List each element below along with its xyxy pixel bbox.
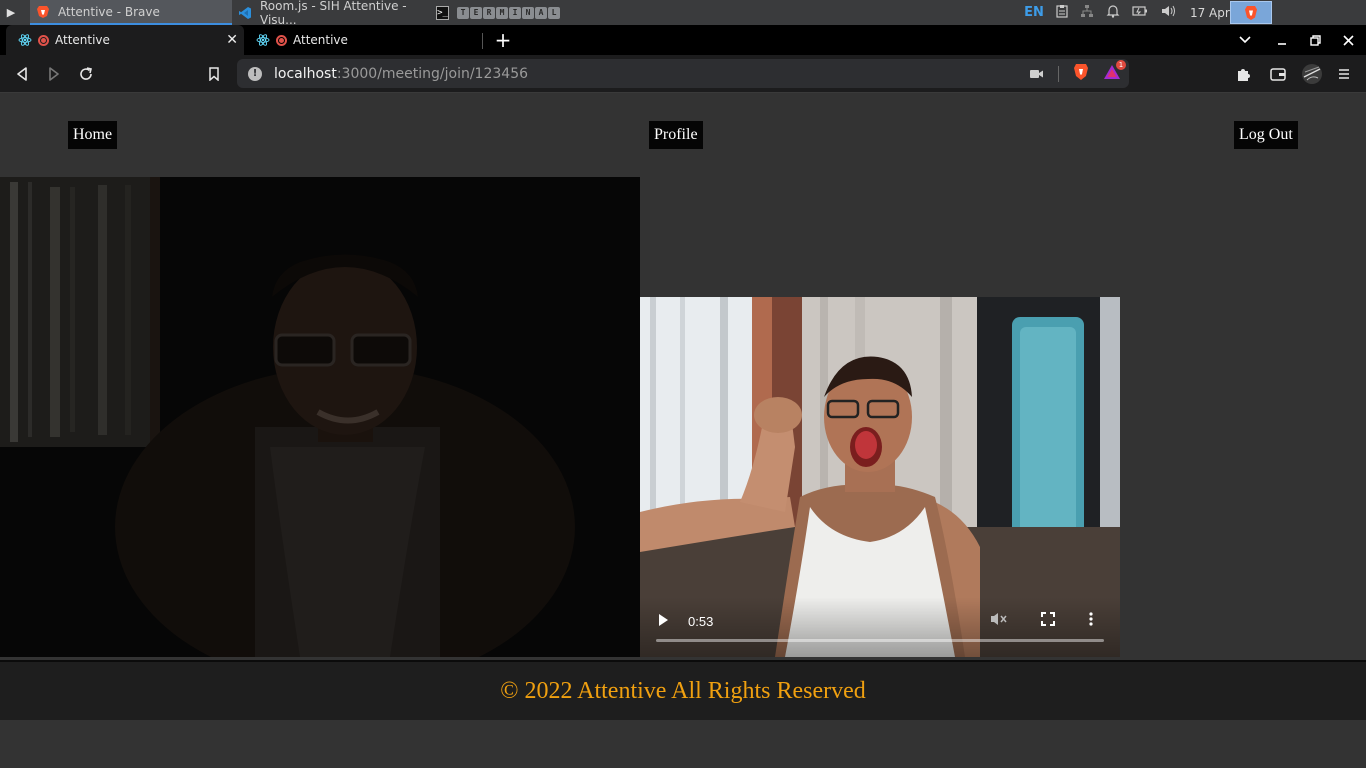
taskbar-task-label: Attentive - Brave xyxy=(58,4,160,19)
video-progress-bar[interactable] xyxy=(656,639,1104,642)
chevron-down-icon xyxy=(1239,36,1251,44)
nav-profile-link[interactable]: Profile xyxy=(649,121,703,149)
brave-shields-icon[interactable] xyxy=(1073,63,1089,85)
play-button[interactable] xyxy=(657,613,669,631)
restore-icon xyxy=(1309,34,1321,46)
kebab-menu-icon xyxy=(1089,612,1093,626)
browser-tab[interactable]: Attentive xyxy=(244,25,482,55)
tab-search-button[interactable] xyxy=(1229,25,1261,55)
nav-home-link[interactable]: Home xyxy=(68,121,118,149)
network-icon[interactable] xyxy=(1080,4,1094,21)
camera-in-use-icon[interactable] xyxy=(1030,64,1044,83)
forward-button[interactable] xyxy=(38,55,70,93)
os-taskbar: ▶ Attentive - Brave Room.js - SIH Attent… xyxy=(0,0,1366,27)
taskbar-task-brave[interactable]: Attentive - Brave xyxy=(30,0,232,25)
local-video-frame xyxy=(0,177,640,657)
local-video xyxy=(0,177,640,657)
react-icon xyxy=(256,34,270,46)
taskbar-task-vscode[interactable]: Room.js - SIH Attentive - Visu... xyxy=(232,0,432,27)
browser-toolbar: ! localhost:3000/meeting/join/123456 1 xyxy=(0,55,1366,93)
back-arrow-icon xyxy=(17,67,27,81)
avatar-icon xyxy=(1302,64,1322,84)
play-icon xyxy=(659,614,668,626)
bookmark-button[interactable] xyxy=(198,55,230,93)
hamburger-menu-icon xyxy=(1339,69,1349,79)
wallet-button[interactable] xyxy=(1262,55,1294,93)
reload-button[interactable] xyxy=(70,55,102,93)
site-info-icon[interactable]: ! xyxy=(248,66,262,81)
start-menu-button[interactable]: ▶ xyxy=(0,0,22,25)
fullscreen-button[interactable] xyxy=(1040,611,1056,631)
brave-rewards-icon[interactable]: 1 xyxy=(1103,59,1126,84)
tab-title: Attentive xyxy=(293,33,348,47)
close-tab-icon[interactable]: ✕ xyxy=(226,32,238,48)
play-triangle-icon: ▶ xyxy=(6,6,16,19)
minimize-window-button[interactable] xyxy=(1266,25,1298,55)
reload-icon xyxy=(80,67,92,80)
bookmark-icon xyxy=(209,67,219,81)
tab-title: Attentive xyxy=(55,33,110,47)
web-page: Home Profile Log Out 0:53 © 2022 Attenti… xyxy=(0,94,1366,768)
more-options-button[interactable] xyxy=(1088,611,1094,631)
footer-copyright: © 2022 Attentive All Rights Reserved xyxy=(500,677,866,704)
restore-window-button[interactable] xyxy=(1299,25,1331,55)
divider xyxy=(1058,65,1059,82)
remote-video[interactable]: 0:53 xyxy=(640,297,1120,657)
plus-icon: + xyxy=(494,28,512,52)
brave-icon xyxy=(1245,5,1257,20)
address-bar[interactable]: ! localhost:3000/meeting/join/123456 1 xyxy=(237,59,1129,88)
browser-menu-button[interactable] xyxy=(1328,55,1360,93)
url-text[interactable]: localhost:3000/meeting/join/123456 xyxy=(274,66,528,82)
terminal-icon: >_ xyxy=(436,5,449,20)
forward-arrow-icon xyxy=(49,67,59,81)
browser-tab-active[interactable]: Attentive ✕ xyxy=(6,25,244,55)
terminal-title: TERMINAL xyxy=(457,6,560,19)
rewards-badge: 1 xyxy=(1116,59,1126,70)
page-footer: © 2022 Attentive All Rights Reserved xyxy=(0,662,1366,720)
keyboard-language[interactable]: EN xyxy=(1024,5,1044,20)
close-icon xyxy=(1342,34,1354,46)
wallet-icon xyxy=(1270,68,1286,81)
puzzle-piece-icon xyxy=(1238,69,1250,81)
clipboard-icon[interactable] xyxy=(1056,4,1068,21)
recording-indicator-icon xyxy=(276,34,287,46)
new-tab-button[interactable]: + xyxy=(493,25,513,55)
recording-indicator-icon xyxy=(38,34,49,46)
taskbar-brave-launcher[interactable] xyxy=(1230,1,1272,24)
volume-muted-icon xyxy=(991,613,1007,625)
mute-button[interactable] xyxy=(990,611,1008,631)
taskbar-task-label: Room.js - SIH Attentive - Visu... xyxy=(260,0,407,27)
minimize-icon xyxy=(1278,43,1286,45)
notification-bell-icon[interactable] xyxy=(1106,4,1120,21)
video-controls: 0:53 xyxy=(640,597,1120,657)
volume-icon[interactable] xyxy=(1160,4,1176,21)
react-icon xyxy=(18,34,32,46)
profile-avatar-button[interactable] xyxy=(1296,55,1328,93)
extensions-button[interactable] xyxy=(1228,55,1260,93)
back-button[interactable] xyxy=(6,55,38,93)
brave-icon xyxy=(36,5,50,19)
vscode-icon xyxy=(238,6,252,20)
tab-separator xyxy=(482,33,483,49)
battery-icon[interactable] xyxy=(1132,5,1148,20)
video-time: 0:53 xyxy=(688,614,714,629)
taskbar-task-terminal[interactable]: >_ TERMINAL xyxy=(436,0,560,25)
close-window-button[interactable] xyxy=(1332,25,1364,55)
fullscreen-icon xyxy=(1041,612,1055,626)
nav-logout-link[interactable]: Log Out xyxy=(1234,121,1298,149)
